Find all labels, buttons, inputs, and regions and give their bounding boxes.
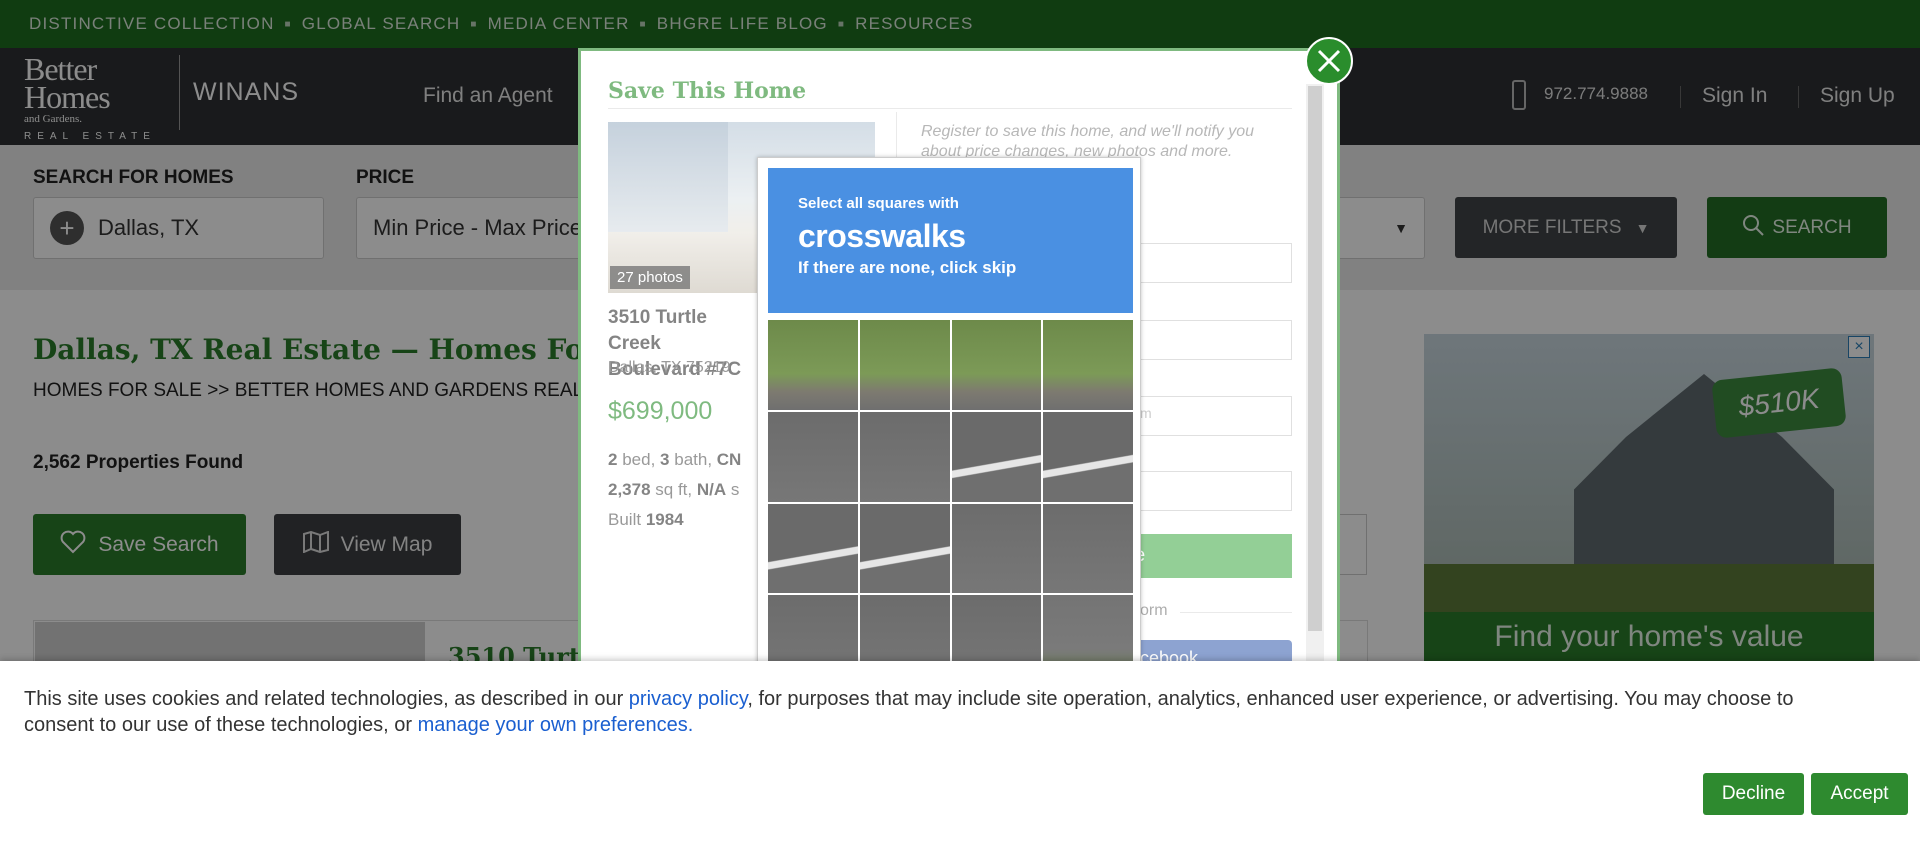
manage-preferences-link[interactable]: manage your own preferences. [418,714,694,736]
captcha-tile[interactable] [1043,320,1133,410]
captcha-tile[interactable] [768,320,858,410]
captcha-tile[interactable] [859,320,950,410]
captcha-tile[interactable] [768,503,858,594]
captcha-tile[interactable] [951,503,1042,594]
accept-button[interactable]: Accept [1811,773,1908,815]
cookie-text-1: This site uses cookies and related techn… [24,688,629,710]
cookie-message: This site uses cookies and related techn… [24,686,1920,738]
captcha-instruction-top: Select all squares with [798,195,959,212]
captcha-target: crosswalks [798,218,966,254]
captcha-header: Select all squares with crosswalks If th… [768,168,1133,313]
captcha-tile[interactable] [768,411,858,502]
close-icon[interactable] [1305,37,1353,85]
cookie-text-2: , for purposes that may include site ope… [747,688,1794,710]
cookie-text-3: consent to our use of these technologies… [24,714,418,736]
captcha-instruction-bottom: If there are none, click skip [798,258,1017,277]
privacy-policy-link[interactable]: privacy policy [629,688,748,710]
decline-button[interactable]: Decline [1703,773,1804,815]
captcha-tile[interactable] [951,411,1042,502]
captcha-tile[interactable] [1043,411,1133,502]
captcha-grid [768,320,1133,685]
captcha-tile[interactable] [1043,503,1133,594]
captcha-tile[interactable] [859,503,950,594]
captcha-tile[interactable] [951,320,1042,410]
captcha-tile[interactable] [859,411,950,502]
